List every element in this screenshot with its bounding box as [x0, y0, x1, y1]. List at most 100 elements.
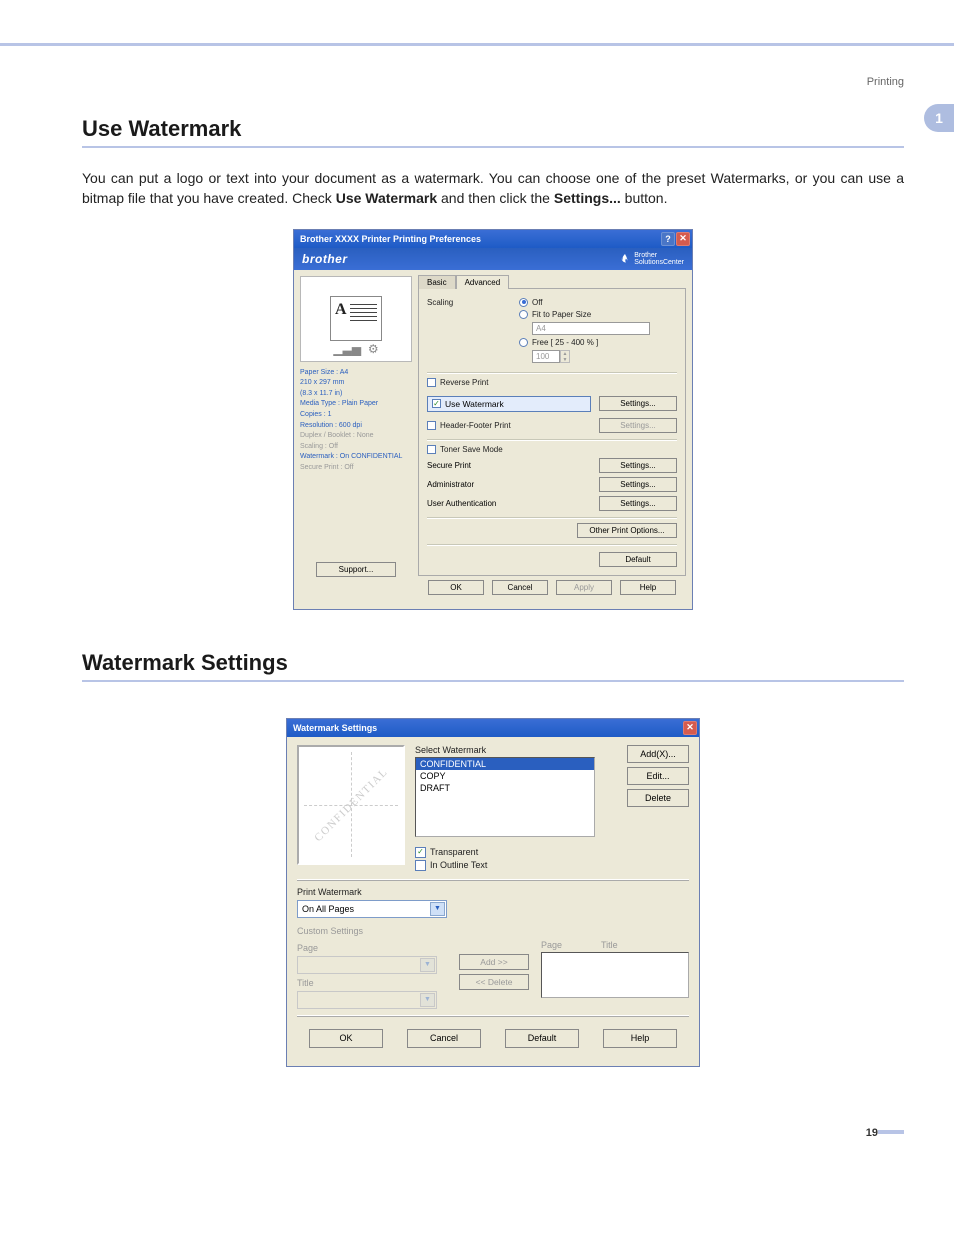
watermark-settings-button[interactable]: Settings...	[599, 396, 677, 411]
chart-icon: ▁▃▅	[333, 342, 361, 356]
info-dim-in: (8.3 x 11.7 in)	[300, 389, 412, 398]
tab-basic[interactable]: Basic	[418, 275, 456, 289]
list-item[interactable]: COPY	[416, 770, 594, 782]
info-paper-size: Paper Size : A4	[300, 368, 412, 377]
transparent-check[interactable]	[415, 847, 426, 858]
reverse-print-check[interactable]	[427, 378, 436, 387]
page-preview: A ▁▃▅ ⚙	[300, 276, 412, 362]
col-title-header: Title	[601, 940, 618, 950]
add-watermark-button[interactable]: Add(X)...	[627, 745, 689, 763]
outline-text-label: In Outline Text	[430, 860, 487, 870]
col-page-header: Page	[541, 940, 601, 950]
custom-pages-listbox	[541, 952, 689, 998]
info-dim-mm: 210 x 297 mm	[300, 378, 412, 387]
title-label: Title	[297, 978, 345, 988]
tab-advanced[interactable]: Advanced	[456, 275, 510, 289]
use-watermark-heading: Use Watermark	[82, 116, 904, 142]
spinner-down-icon[interactable]: ▼	[561, 357, 569, 363]
info-secure: Secure Print : Off	[300, 463, 412, 472]
ok-button[interactable]: OK	[428, 580, 484, 595]
default-button[interactable]: Default	[599, 552, 677, 567]
help-icon[interactable]: ?	[661, 232, 675, 246]
dialog-title-text: Brother XXXX Printer Printing Preference…	[300, 234, 481, 244]
dialog2-title-text: Watermark Settings	[293, 723, 377, 733]
fit-paper-size-select[interactable]: A4	[532, 322, 650, 335]
dialog-footer: OK Cancel Apply Help	[418, 576, 686, 603]
heading-underline-2	[82, 680, 904, 682]
info-watermark: Watermark : On CONFIDENTIAL	[300, 452, 412, 461]
secure-print-label: Secure Print	[427, 461, 591, 470]
page-label: Page	[297, 943, 345, 953]
settings-summary: Paper Size : A4 210 x 297 mm (8.3 x 11.7…	[300, 368, 412, 472]
custom-settings-label: Custom Settings	[297, 926, 689, 936]
user-auth-settings-button[interactable]: Settings...	[599, 496, 677, 511]
wm-ok-button[interactable]: OK	[309, 1029, 383, 1048]
cancel-button[interactable]: Cancel	[492, 580, 548, 595]
scaling-label: Scaling	[427, 298, 519, 307]
para-text-e: button.	[621, 190, 668, 206]
close-icon[interactable]: ✕	[683, 721, 697, 735]
preview-letter-a-icon: A	[335, 301, 347, 319]
wm-help-button[interactable]: Help	[603, 1029, 677, 1048]
print-watermark-select[interactable]: On All Pages ▼	[297, 900, 447, 918]
dialog-left-panel: A ▁▃▅ ⚙ Paper Size : A4 210 x 297 mm (8.…	[294, 270, 418, 609]
scaling-off-radio[interactable]	[519, 298, 528, 307]
dialog2-footer: OK Cancel Default Help	[297, 1023, 689, 1058]
para-bold-use-watermark: Use Watermark	[336, 190, 437, 206]
administrator-label: Administrator	[427, 480, 591, 489]
scaling-fit-label: Fit to Paper Size	[532, 310, 591, 319]
other-print-options-button[interactable]: Other Print Options...	[577, 523, 677, 538]
select-watermark-label: Select Watermark	[415, 745, 609, 755]
list-item[interactable]: DRAFT	[416, 782, 594, 794]
use-watermark-paragraph: You can put a logo or text into your doc…	[82, 168, 904, 209]
chapter-tab: 1	[924, 104, 954, 132]
edit-watermark-button[interactable]: Edit...	[627, 767, 689, 785]
info-resolution: Resolution : 600 dpi	[300, 421, 412, 430]
dialog-titlebar: Brother XXXX Printer Printing Preference…	[294, 230, 692, 248]
chevron-down-icon: ▼	[420, 958, 435, 972]
title-select: ▼	[297, 991, 437, 1009]
use-watermark-label: Use Watermark	[445, 399, 504, 409]
use-watermark-check[interactable]	[432, 399, 441, 408]
sc-line2: SolutionsCenter	[634, 259, 684, 266]
watermark-settings-dialog: Watermark Settings ✕ CONFIDENTIAL Select…	[286, 718, 700, 1067]
print-watermark-value: On All Pages	[302, 904, 354, 914]
printing-preferences-dialog: Brother XXXX Printer Printing Preference…	[293, 229, 693, 610]
toner-save-check[interactable]	[427, 445, 436, 454]
support-button[interactable]: Support...	[316, 562, 396, 577]
page-select: ▼	[297, 956, 437, 974]
header-footer-settings-button[interactable]: Settings...	[599, 418, 677, 433]
free-percent-input[interactable]: 100	[532, 350, 560, 363]
delete-page-button: << Delete	[459, 974, 529, 990]
tab-strip: Basic Advanced	[418, 274, 686, 288]
apply-button[interactable]: Apply	[556, 580, 612, 595]
dialog2-titlebar: Watermark Settings ✕	[287, 719, 699, 737]
wm-default-button[interactable]: Default	[505, 1029, 579, 1048]
scaling-free-radio[interactable]	[519, 338, 528, 347]
sc-line1: Brother	[634, 252, 657, 259]
reverse-print-label: Reverse Print	[440, 378, 488, 387]
delete-watermark-button[interactable]: Delete	[627, 789, 689, 807]
solutions-center-link[interactable]: BrotherSolutionsCenter	[619, 252, 684, 266]
watermark-listbox[interactable]: CONFIDENTIAL COPY DRAFT	[415, 757, 595, 837]
administrator-settings-button[interactable]: Settings...	[599, 477, 677, 492]
info-duplex: Duplex / Booklet : None	[300, 431, 412, 440]
help-button[interactable]: Help	[620, 580, 676, 595]
scaling-fit-radio[interactable]	[519, 310, 528, 319]
wm-cancel-button[interactable]: Cancel	[407, 1029, 481, 1048]
info-media-type: Media Type : Plain Paper	[300, 399, 412, 408]
chevron-down-icon: ▼	[430, 902, 445, 916]
watermark-settings-heading: Watermark Settings	[82, 650, 904, 676]
advanced-tab-panel: Scaling Off Fit to Paper Size A4	[418, 288, 686, 576]
brother-logo: brother	[302, 252, 348, 266]
para-text-c: and then click the	[437, 190, 554, 206]
list-item[interactable]: CONFIDENTIAL	[416, 758, 594, 770]
free-value: 100	[536, 352, 549, 361]
header-footer-check[interactable]	[427, 421, 436, 430]
s-logo-icon	[619, 253, 631, 265]
outline-text-check[interactable]	[415, 860, 426, 871]
secure-print-settings-button[interactable]: Settings...	[599, 458, 677, 473]
scaling-free-label: Free [ 25 - 400 % ]	[532, 338, 598, 347]
close-icon[interactable]: ✕	[676, 232, 690, 246]
info-copies: Copies : 1	[300, 410, 412, 419]
